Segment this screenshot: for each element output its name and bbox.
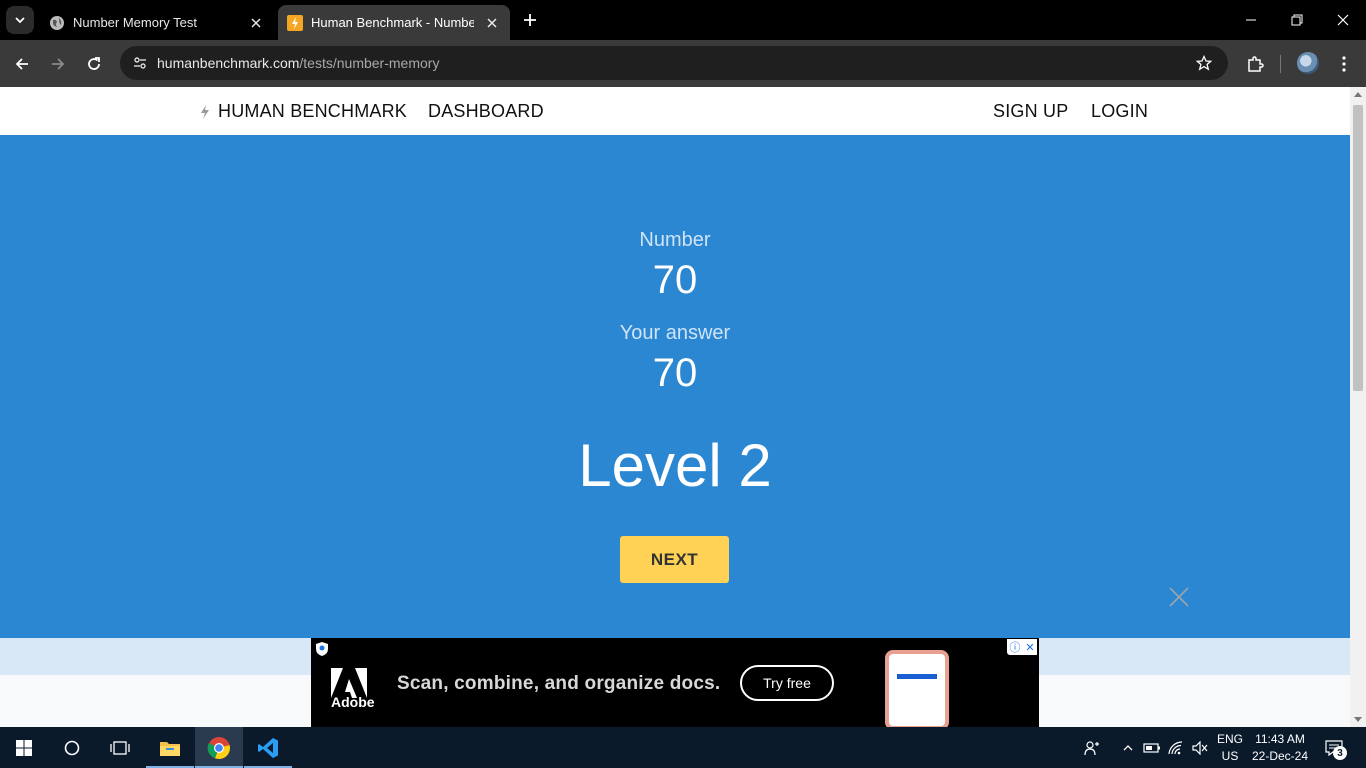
answer-label: Your answer [619,322,731,344]
ad-brand: Adobe [331,694,375,710]
next-button[interactable]: NEXT [620,536,729,583]
cortana-circle-icon [64,740,80,755]
minimize-button[interactable] [1228,0,1274,40]
tab-human-benchmark[interactable]: Human Benchmark - Number Memory [278,5,510,40]
address-bar[interactable]: humanbenchmark.com/tests/number-memory [120,46,1228,80]
nav-login-link[interactable]: LOGIN [1091,101,1148,122]
folder-icon [160,741,180,756]
restore-icon [1291,14,1303,26]
site-info-icon[interactable] [128,51,152,75]
file-explorer-button[interactable] [146,727,194,768]
task-view-button[interactable] [96,727,144,768]
extensions-button[interactable] [1241,50,1269,78]
chevron-down-icon [15,17,25,24]
vscode-button[interactable] [244,727,292,768]
bolt-favicon-icon [287,14,303,31]
reload-button[interactable] [80,50,108,78]
plus-icon [524,14,536,26]
clock-date: 22-Dec-24 [1251,749,1309,763]
phone-graphic [885,650,949,727]
site-navbar: HUMAN BENCHMARK DASHBOARD SIGN UP LOGIN [0,87,1350,135]
answer-value: 70 [652,351,698,395]
bookmark-star-icon[interactable] [1194,53,1214,73]
reload-icon [88,57,100,70]
globe-icon [49,15,65,31]
battery-icon[interactable] [1143,739,1161,757]
input-language[interactable]: ENG US [1215,732,1245,763]
minimize-icon [1246,19,1256,21]
level-heading: Level 2 [578,432,772,499]
puzzle-icon [1248,56,1264,72]
restore-button[interactable] [1274,0,1320,40]
wifi-icon[interactable] [1167,739,1185,757]
scroll-down-arrow[interactable] [1354,717,1362,722]
clock-time: 11:43 AM [1255,732,1305,746]
nav-dashboard-link[interactable]: DASHBOARD [428,101,544,122]
ad-headline: Scan, combine, and organize docs. [397,673,721,694]
ad-choices[interactable]: ⓘ ✕ [1007,639,1037,655]
brand-link[interactable]: HUMAN BENCHMARK [200,101,407,122]
people-icon[interactable] [1083,739,1101,757]
windows-taskbar: ENG US 11:43 AM 22-Dec-24 3 [0,727,1366,768]
vertical-scrollbar[interactable] [1350,87,1366,727]
number-label: Number [639,229,711,251]
ad-cta-button[interactable]: Try free [740,665,834,701]
nav-signup-link[interactable]: SIGN UP [993,101,1068,122]
tab-title: Human Benchmark - Number Memory [311,15,474,30]
tab-title: Number Memory Test [73,15,198,30]
menu-button[interactable] [1330,50,1358,78]
clock[interactable]: 11:43 AM 22-Dec-24 [1251,732,1309,763]
close-icon[interactable] [248,15,264,31]
kebab-menu-icon [1342,56,1346,72]
page-viewport: HUMAN BENCHMARK DASHBOARD SIGN UP LOGIN … [0,87,1350,727]
chrome-button[interactable] [195,727,243,768]
language-code: ENG [1216,732,1243,746]
chevron-up-icon[interactable] [1119,739,1137,757]
info-icon[interactable]: ⓘ [1009,639,1020,655]
close-window-button[interactable] [1320,0,1366,40]
start-button[interactable] [0,727,48,768]
scroll-up-arrow[interactable] [1354,92,1362,97]
url-host: humanbenchmark.com [157,55,300,71]
browser-toolbar: humanbenchmark.com/tests/number-memory [0,40,1366,87]
tab-number-memory-test[interactable]: Number Memory Test [40,5,274,40]
ad-banner[interactable]: ⓘ ✕ Adobe Scan, combine, and organize do… [311,638,1039,727]
scrollbar-thumb[interactable] [1353,105,1363,391]
task-view-icon [110,740,130,755]
windows-logo-icon [16,739,32,756]
toolbar-separator [1280,55,1281,73]
back-button[interactable] [8,50,36,78]
notification-count: 3 [1333,746,1347,760]
url-path: /tests/number-memory [299,55,440,71]
arrow-right-icon [52,58,65,70]
vscode-icon [258,737,278,758]
profile-avatar[interactable] [1297,52,1319,74]
forward-button[interactable] [44,50,72,78]
shield-badge-icon [316,642,328,656]
bolt-logo-icon [200,103,214,121]
tab-strip: Number Memory Test Human Benchmark - Num… [0,0,1366,40]
ad-dismiss-close-icon[interactable] [1167,585,1191,609]
arrow-left-icon [15,58,28,70]
new-tab-button[interactable] [518,8,542,32]
region-code: US [1221,749,1239,763]
close-icon[interactable] [484,15,500,31]
close-icon [1337,14,1349,26]
search-button[interactable] [48,727,96,768]
number-value: 70 [652,258,698,302]
tab-search-button[interactable] [6,6,34,34]
brand-label: HUMAN BENCHMARK [218,101,408,121]
chrome-icon [207,736,230,759]
url-text: humanbenchmark.com/tests/number-memory [157,55,439,71]
close-icon[interactable]: ✕ [1025,641,1034,654]
volume-muted-icon[interactable] [1191,739,1209,757]
test-area: Number 70 Your answer 70 Level 2 NEXT [0,135,1350,638]
